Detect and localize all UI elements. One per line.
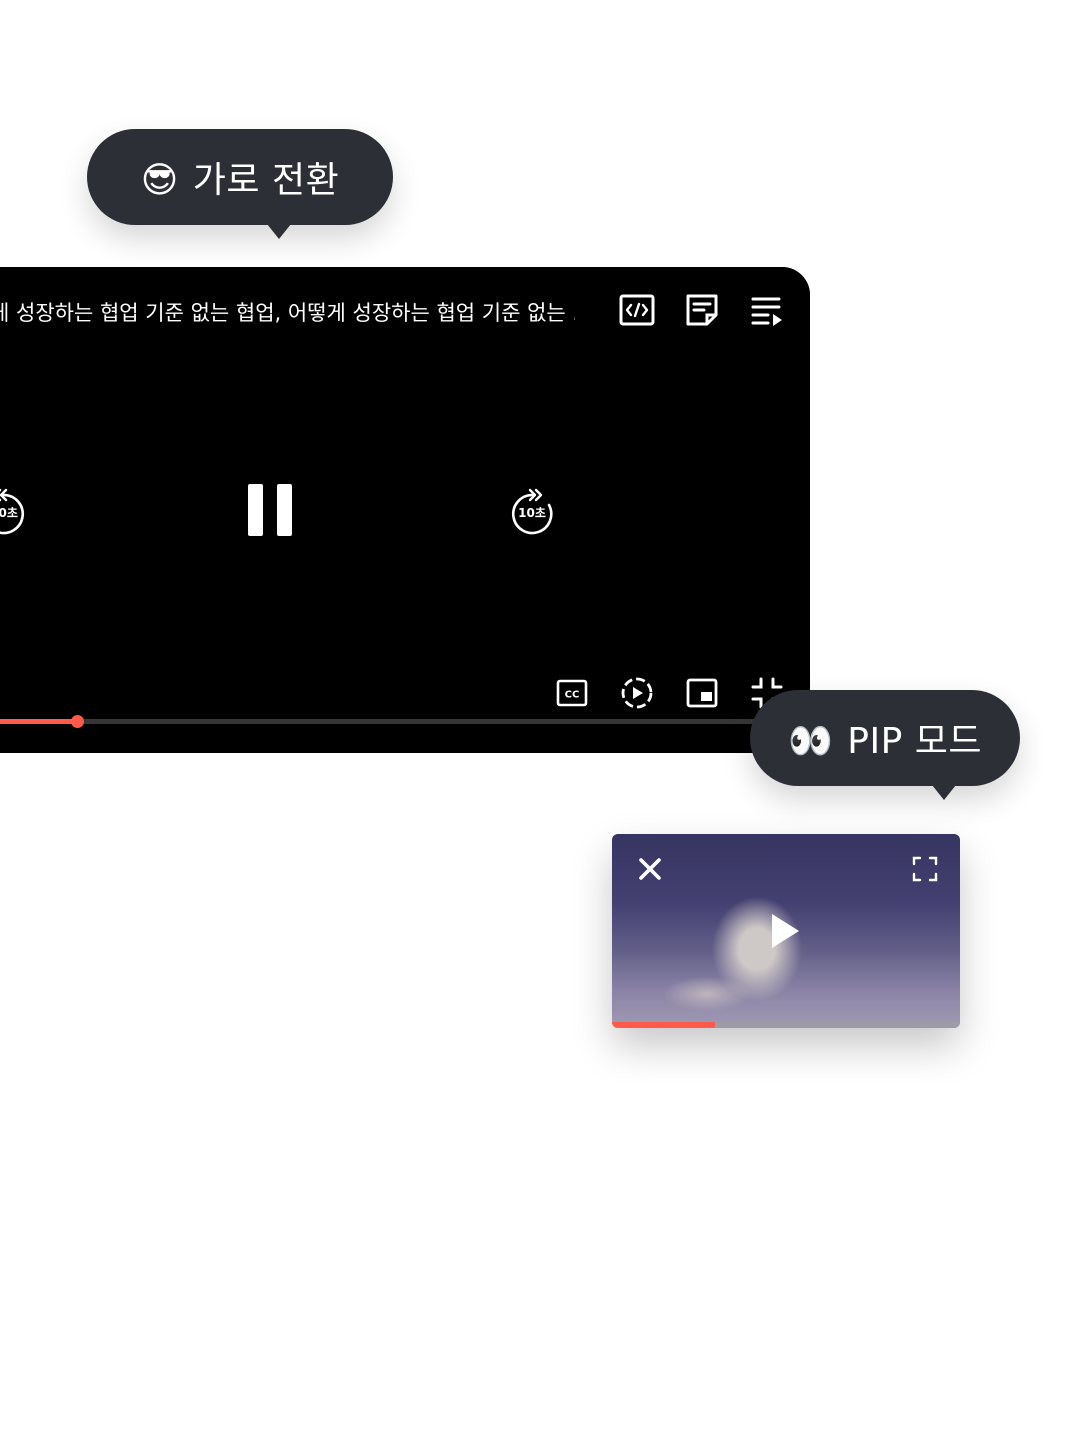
notes-button[interactable] <box>682 290 722 330</box>
close-icon <box>639 858 661 880</box>
landscape-tooltip-label: 가로 전환 <box>192 160 340 201</box>
sunglasses-emoji-icon: 😎 <box>140 160 179 201</box>
notes-icon <box>686 294 718 326</box>
progress-scrubber-handle[interactable] <box>70 715 84 728</box>
progress-bar[interactable] <box>0 715 810 728</box>
playlist-icon <box>751 297 782 326</box>
pip-expand-button[interactable] <box>905 849 945 889</box>
progress-bar-played <box>0 719 77 724</box>
svg-text:CC: CC <box>565 690 580 701</box>
pip-mode-tooltip: 👀 PIP 모드 <box>750 690 1020 800</box>
playback-speed-icon <box>621 677 653 709</box>
pip-play-icon[interactable] <box>772 914 799 948</box>
video-title: 게 성장하는 협업 기준 없는 협업, 어떻게 성장하는 협업 기준 없는 ..… <box>0 301 575 325</box>
eyes-emoji-icon: 👀 <box>787 721 834 762</box>
seek-back-label: 10초 <box>0 506 18 520</box>
pip-mini-player[interactable] <box>612 834 960 1028</box>
seek-forward-10s-button[interactable]: 10초 <box>506 487 558 539</box>
pip-progress-played <box>612 1022 715 1028</box>
captions-button[interactable]: CC <box>552 673 592 713</box>
pip-icon <box>686 678 718 708</box>
landscape-tooltip-text: 😎 가로 전환 <box>141 151 339 203</box>
pip-progress-bar[interactable] <box>612 1022 960 1028</box>
pip-tooltip-text: 👀 PIP 모드 <box>788 712 982 764</box>
playlist-button[interactable] <box>747 290 787 330</box>
seek-back-10s-button[interactable]: 10초 <box>0 487 30 539</box>
pause-icon-bar-right <box>277 484 292 536</box>
pause-button[interactable] <box>248 484 294 536</box>
embed-code-icon <box>619 294 655 326</box>
expand-icon <box>912 856 938 882</box>
pip-tooltip-label: PIP 모드 <box>847 721 983 762</box>
landscape-mode-tooltip: 😎 가로 전환 <box>87 129 393 239</box>
pause-icon-bar-left <box>248 484 263 536</box>
pip-mode-button[interactable] <box>682 673 722 713</box>
seek-forward-label: 10초 <box>518 506 546 520</box>
video-player-landscape[interactable]: 게 성장하는 협업 기준 없는 협업, 어떻게 성장하는 협업 기준 없는 ..… <box>0 267 810 753</box>
pip-close-button[interactable] <box>630 849 670 889</box>
cc-icon: CC <box>556 679 588 707</box>
playback-speed-button[interactable] <box>617 673 657 713</box>
embed-code-button[interactable] <box>617 290 657 330</box>
